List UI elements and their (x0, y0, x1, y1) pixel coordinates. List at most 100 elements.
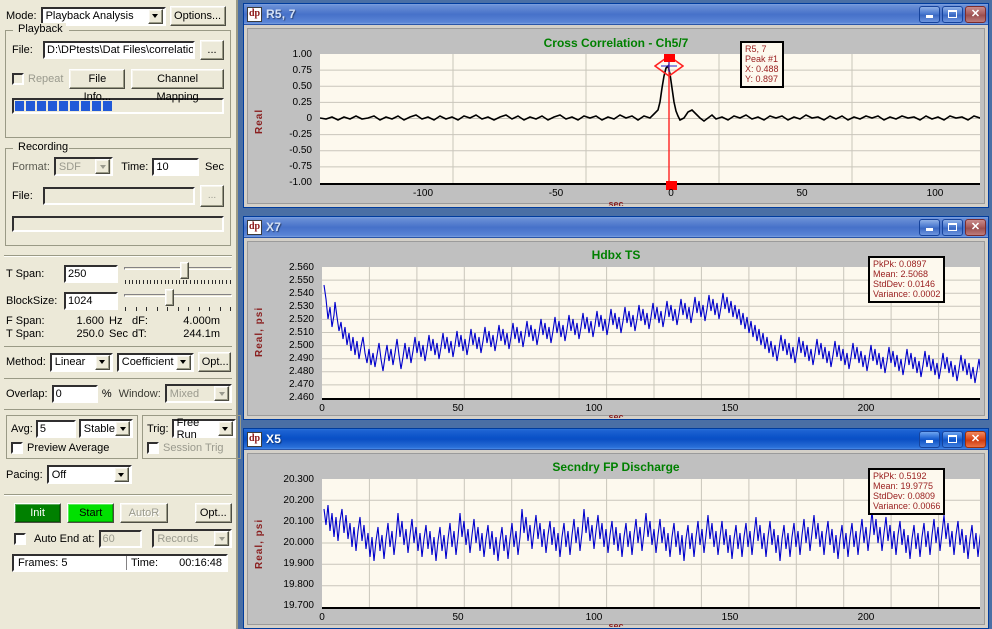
chart-window-x5[interactable]: dp X5 ✕ Secndry FP Discharge Real, psi 2… (243, 428, 989, 629)
dp-app-icon: dp (247, 219, 262, 235)
chart-window-x7[interactable]: dp X7 ✕ Hdbx TS Real, psi 2.560 2.550 2.… (243, 216, 989, 420)
maximize-icon[interactable] (942, 5, 963, 23)
preview-average-wrap[interactable]: Preview Average (11, 442, 133, 454)
avg-input[interactable]: 5 (35, 419, 76, 438)
method-select[interactable]: Linear (49, 352, 113, 372)
cursor-handle-top[interactable] (664, 54, 675, 62)
tspan-slider[interactable] (124, 262, 232, 286)
window-buttons: ✕ (919, 218, 986, 236)
mode-select-value: Playback Analysis (45, 10, 134, 22)
plot-panel: Hdbx TS Real, psi 2.560 2.550 2.540 2.53… (247, 241, 985, 418)
session-trig-checkbox[interactable] (147, 442, 159, 454)
avg-row: Avg: 5 Stable (11, 419, 133, 438)
recording-group-title: Recording (15, 141, 72, 153)
playback-file-input[interactable]: D:\DPtests\Dat Files\correlation (43, 41, 195, 59)
x-axis-line (320, 183, 980, 185)
trig-select[interactable]: Free Run (171, 416, 236, 441)
trig-select-value: Free Run (176, 416, 200, 441)
close-icon[interactable]: ✕ (965, 5, 986, 23)
trig-row: Trig: Free Run (147, 416, 236, 441)
stats-annotation: PkPk: 0.5192 Mean: 19.9775 StdDev: 0.080… (868, 468, 946, 515)
minimize-icon[interactable] (919, 5, 940, 23)
titlebar[interactable]: dp X5 ✕ (244, 429, 988, 450)
minimize-icon[interactable] (919, 430, 940, 448)
chevron-down-icon[interactable] (113, 467, 129, 482)
trig-label: Trig: (147, 422, 169, 435)
preview-average-label: Preview Average (27, 442, 110, 454)
playback-browse-button[interactable]: ... (200, 40, 224, 60)
auto-end-row: Auto End at: 60 Records (14, 529, 232, 548)
session-trig-wrap[interactable]: Session Trig (147, 442, 236, 454)
pacing-select[interactable]: Off (46, 465, 132, 484)
titlebar[interactable]: dp R5, 7 ✕ (244, 4, 988, 25)
repeat-checkbox[interactable] (12, 73, 24, 85)
method-opt-button[interactable]: Opt... (197, 352, 231, 372)
tspan-input[interactable]: 250 (64, 265, 118, 283)
run-status-bar: Frames: 5 Time: 00:16:48 (12, 554, 228, 572)
peak-annotation: R5, 7 Peak #1 X: 0.488 Y: 0.897 (740, 41, 784, 88)
fspan-readout-row: F Span: 1.600 Hz dF: 4.000m (6, 315, 232, 327)
repeat-checkbox-wrap[interactable]: Repeat (12, 73, 63, 85)
window-select[interactable]: Mixed (164, 384, 232, 403)
close-icon[interactable]: ✕ (965, 430, 986, 448)
method-scaling-select[interactable]: Coefficient (116, 352, 194, 372)
y-tick: 2.470 (288, 379, 314, 390)
recording-time-input[interactable]: 10 (152, 157, 200, 176)
init-button[interactable]: Init (14, 503, 62, 523)
chevron-down-icon[interactable] (147, 8, 163, 24)
auto-end-input[interactable]: 60 (98, 529, 143, 548)
recording-file-input[interactable] (43, 187, 195, 205)
blocksize-slider[interactable] (124, 289, 232, 313)
blocksize-slider-thumb[interactable] (165, 289, 175, 306)
chevron-down-icon[interactable] (217, 421, 233, 436)
tspan-row: T Span: 250 (6, 262, 232, 286)
tspan2-value: 250.0 (76, 328, 104, 340)
chevron-down-icon[interactable] (214, 386, 229, 401)
recording-format-value: SDF (58, 160, 81, 173)
y-tick: 20.200 (283, 495, 314, 506)
chevron-down-icon[interactable] (115, 421, 130, 436)
x-axis-line (322, 607, 980, 609)
minimize-icon[interactable] (919, 218, 940, 236)
file-info-button[interactable]: File Info... (69, 69, 126, 103)
start-button[interactable]: Start (67, 503, 115, 523)
preview-average-checkbox[interactable] (11, 442, 23, 454)
run-buttons-row: Init Start AutoR Opt... (14, 503, 232, 523)
auto-end-units-select[interactable]: Records (152, 529, 232, 548)
close-icon[interactable]: ✕ (965, 218, 986, 236)
trigger-group: Trig: Free Run Session Trig (142, 415, 241, 459)
playback-file-row: File: D:\DPtests\Dat Files\correlation .… (12, 40, 224, 60)
chevron-down-icon[interactable] (95, 159, 111, 174)
titlebar[interactable]: dp X7 ✕ (244, 217, 988, 238)
recording-browse-button[interactable]: ... (200, 185, 224, 207)
run-opt-button[interactable]: Opt... (194, 503, 232, 523)
blocksize-input[interactable]: 1024 (64, 292, 118, 310)
y-tick: 2.490 (288, 353, 314, 364)
plot-panel: Cross Correlation - Ch5/7 Real 1.00 0.75… (247, 28, 985, 206)
options-button[interactable]: Options... (169, 6, 226, 26)
blocksize-slider-track (124, 294, 232, 297)
chevron-down-icon[interactable] (175, 354, 191, 370)
y-tick: -0.25 (289, 129, 312, 140)
average-group: Avg: 5 Stable Preview Average (6, 415, 138, 459)
overlap-input[interactable]: 0 (51, 384, 98, 403)
annotation-line-1: PkPk: 0.0897 (873, 259, 927, 269)
maximize-icon[interactable] (942, 430, 963, 448)
df-label: dF: (132, 315, 148, 327)
auto-end-checkbox[interactable] (14, 532, 26, 545)
progress-block (59, 101, 68, 111)
chevron-down-icon[interactable] (94, 354, 110, 370)
avg-mode-select[interactable]: Stable (78, 419, 133, 438)
maximize-icon[interactable] (942, 218, 963, 236)
chevron-down-icon[interactable] (214, 531, 229, 546)
tspan-slider-thumb[interactable] (180, 262, 190, 279)
recording-format-select[interactable]: SDF (53, 157, 114, 176)
dp-app-icon: dp (247, 431, 262, 447)
x-tick: 0 (668, 188, 674, 199)
y-tick: 2.560 (288, 262, 314, 273)
channel-mapping-button[interactable]: Channel Mapping (131, 69, 224, 103)
annotation-line-4: Y: 0.897 (745, 74, 779, 84)
chart-window-r5-7[interactable]: dp R5, 7 ✕ Cross Correlation - Ch5/7 Rea… (243, 3, 989, 208)
plot-area[interactable] (320, 54, 980, 183)
autor-button[interactable]: AutoR (120, 503, 168, 523)
